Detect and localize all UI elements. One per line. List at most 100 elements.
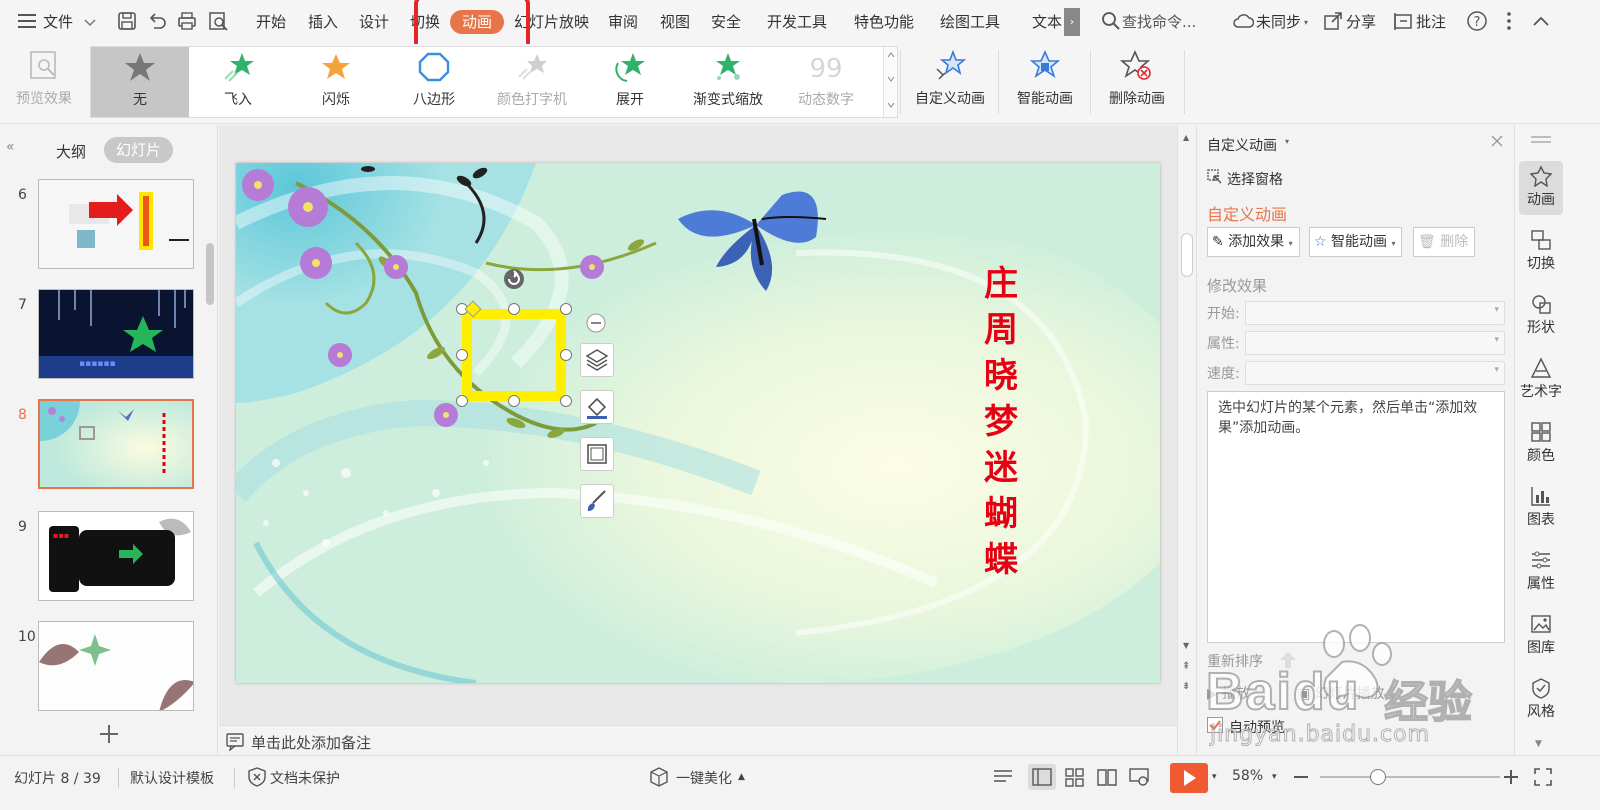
effect-octagon[interactable]: 八边形: [385, 47, 483, 117]
beautify-icon[interactable]: [648, 766, 670, 788]
command-search[interactable]: 查找命令...: [1122, 10, 1196, 34]
smart-animation-pane-button[interactable]: ☆ 智能动画 ▾: [1309, 227, 1403, 257]
collapse-panel-icon[interactable]: «: [6, 139, 15, 155]
start-select[interactable]: ▾: [1245, 301, 1505, 325]
custom-animation-button[interactable]: 自定义动画: [906, 44, 994, 120]
selected-rectangle-shape[interactable]: [462, 309, 566, 401]
slide-thumbnail-active[interactable]: [38, 399, 194, 489]
resize-handle[interactable]: [456, 349, 468, 361]
previous-slide-icon[interactable]: ⇞: [1182, 661, 1190, 672]
collapse-toolbar-icon[interactable]: [585, 312, 607, 334]
template-name[interactable]: 默认设计模板: [130, 768, 214, 788]
print-preview-icon[interactable]: [207, 10, 229, 32]
notes-placeholder[interactable]: 单击此处添加备注: [251, 732, 371, 753]
effect-none[interactable]: 无: [91, 47, 189, 117]
strip-animation[interactable]: 动画: [1519, 161, 1563, 215]
selection-pane-icon[interactable]: [1207, 169, 1223, 185]
tab-developer[interactable]: 开发工具: [767, 10, 827, 34]
canvas-vertical-scrollbar[interactable]: ▲ ▼ ⇞ ⇟: [1177, 125, 1195, 755]
strip-properties[interactable]: 属性: [1519, 545, 1563, 599]
speed-select[interactable]: ▾: [1245, 361, 1505, 385]
zoom-level[interactable]: 58%: [1232, 768, 1263, 784]
slide-thumbnail[interactable]: ▪▪▪: [38, 511, 194, 601]
property-select[interactable]: ▾: [1245, 331, 1505, 355]
scroll-up-arrow[interactable]: ▲: [1183, 133, 1189, 142]
resize-handle[interactable]: [508, 303, 520, 315]
undo-icon[interactable]: [146, 10, 168, 32]
outline-button[interactable]: [580, 437, 614, 471]
shield-icon[interactable]: [246, 766, 268, 788]
strip-wordart[interactable]: 艺术字: [1519, 353, 1563, 407]
normal-view-button[interactable]: [1028, 764, 1056, 790]
chevron-down-icon[interactable]: ▾: [1272, 772, 1277, 782]
effect-flash[interactable]: 闪烁: [287, 47, 385, 117]
comment-icon[interactable]: [1392, 10, 1414, 32]
slide-title-vertical[interactable]: 庄周晓梦迷蝴蝶: [978, 261, 1024, 583]
close-icon[interactable]: [1489, 133, 1505, 149]
pane-title[interactable]: 自定义动画: [1207, 135, 1277, 155]
chevron-up-icon[interactable]: ▲: [738, 772, 745, 782]
tab-insert[interactable]: 插入: [308, 10, 338, 34]
add-effect-button[interactable]: ✎ 添加效果 ▾: [1207, 227, 1300, 257]
collapse-ribbon-icon[interactable]: [1530, 10, 1552, 32]
add-slide-icon[interactable]: [98, 723, 120, 745]
beautify-button[interactable]: 一键美化: [676, 768, 732, 788]
strip-chart[interactable]: 图表: [1519, 481, 1563, 535]
save-icon[interactable]: [116, 10, 138, 32]
preview-effect-button[interactable]: 预览效果: [8, 44, 80, 120]
tab-scroll-right-button[interactable]: ›: [1064, 8, 1080, 36]
zoom-slider-track[interactable]: [1320, 776, 1500, 778]
slide-thumbnail[interactable]: [38, 621, 194, 711]
print-icon[interactable]: [176, 10, 198, 32]
scroll-down-arrow[interactable]: ▼: [1183, 641, 1189, 650]
resize-handle[interactable]: [508, 395, 520, 407]
play-slideshow-button[interactable]: [1170, 763, 1208, 793]
comment-button[interactable]: 批注: [1416, 10, 1446, 34]
strip-transition[interactable]: 切换: [1519, 225, 1563, 279]
strip-style[interactable]: 风格: [1519, 673, 1563, 727]
strip-gallery[interactable]: 图库: [1519, 609, 1563, 663]
tab-design[interactable]: 设计: [359, 10, 389, 34]
cloud-sync-icon[interactable]: [1232, 10, 1255, 32]
thumbnail-scrollbar[interactable]: [206, 243, 214, 305]
chevron-down-icon[interactable]: ▾: [1304, 18, 1308, 27]
strip-shape[interactable]: 形状: [1519, 289, 1563, 343]
slide-thumbnail[interactable]: [38, 179, 194, 269]
slide-canvas[interactable]: 庄周晓梦迷蝴蝶: [236, 163, 1160, 683]
tab-home[interactable]: 开始: [256, 10, 286, 34]
slide-thumbnail[interactable]: ▪▪▪▪▪▪: [38, 289, 194, 379]
tab-special-features[interactable]: 特色功能: [854, 10, 914, 34]
search-icon[interactable]: [1100, 10, 1122, 32]
tab-drawing-tools[interactable]: 绘图工具: [940, 10, 1000, 34]
chevron-down-icon[interactable]: [84, 16, 96, 27]
resize-handle[interactable]: [560, 303, 572, 315]
zoom-out-icon[interactable]: [1290, 766, 1312, 788]
tab-review[interactable]: 审阅: [608, 10, 638, 34]
rotate-handle-icon[interactable]: [502, 267, 526, 291]
fit-window-icon[interactable]: [1532, 766, 1554, 788]
chevron-down-icon[interactable]: ▾: [1212, 772, 1217, 782]
layer-order-button[interactable]: [580, 343, 614, 377]
slide-sorter-icon[interactable]: [1064, 766, 1086, 788]
tab-slides[interactable]: 幻灯片: [104, 137, 174, 163]
notes-bar[interactable]: 单击此处添加备注: [219, 725, 1177, 755]
tab-outline[interactable]: 大纲: [56, 141, 86, 162]
strip-color[interactable]: 颜色: [1519, 417, 1563, 471]
more-options-icon[interactable]: [1498, 10, 1520, 32]
chevron-down-icon[interactable]: ▾: [1285, 137, 1289, 146]
scroll-thumb[interactable]: [1181, 233, 1193, 277]
fill-color-button[interactable]: [580, 390, 614, 424]
next-slide-icon[interactable]: ⇟: [1182, 681, 1190, 692]
tab-view[interactable]: 视图: [660, 10, 690, 34]
delete-animation-button[interactable]: 删除动画: [1094, 44, 1180, 120]
notes-toggle-icon[interactable]: [992, 766, 1014, 788]
help-icon[interactable]: ?: [1466, 10, 1488, 32]
effect-expand[interactable]: 展开: [581, 47, 679, 117]
delete-button[interactable]: 🗑 删除: [1413, 227, 1476, 257]
resize-handle[interactable]: [560, 349, 572, 361]
share-button[interactable]: 分享: [1346, 10, 1376, 34]
effect-dynamic-digits[interactable]: 99 动态数字: [777, 47, 875, 117]
strip-menu-icon[interactable]: [1529, 133, 1553, 143]
hamburger-menu-icon[interactable]: [18, 13, 36, 29]
reading-view-icon[interactable]: [1096, 766, 1118, 788]
